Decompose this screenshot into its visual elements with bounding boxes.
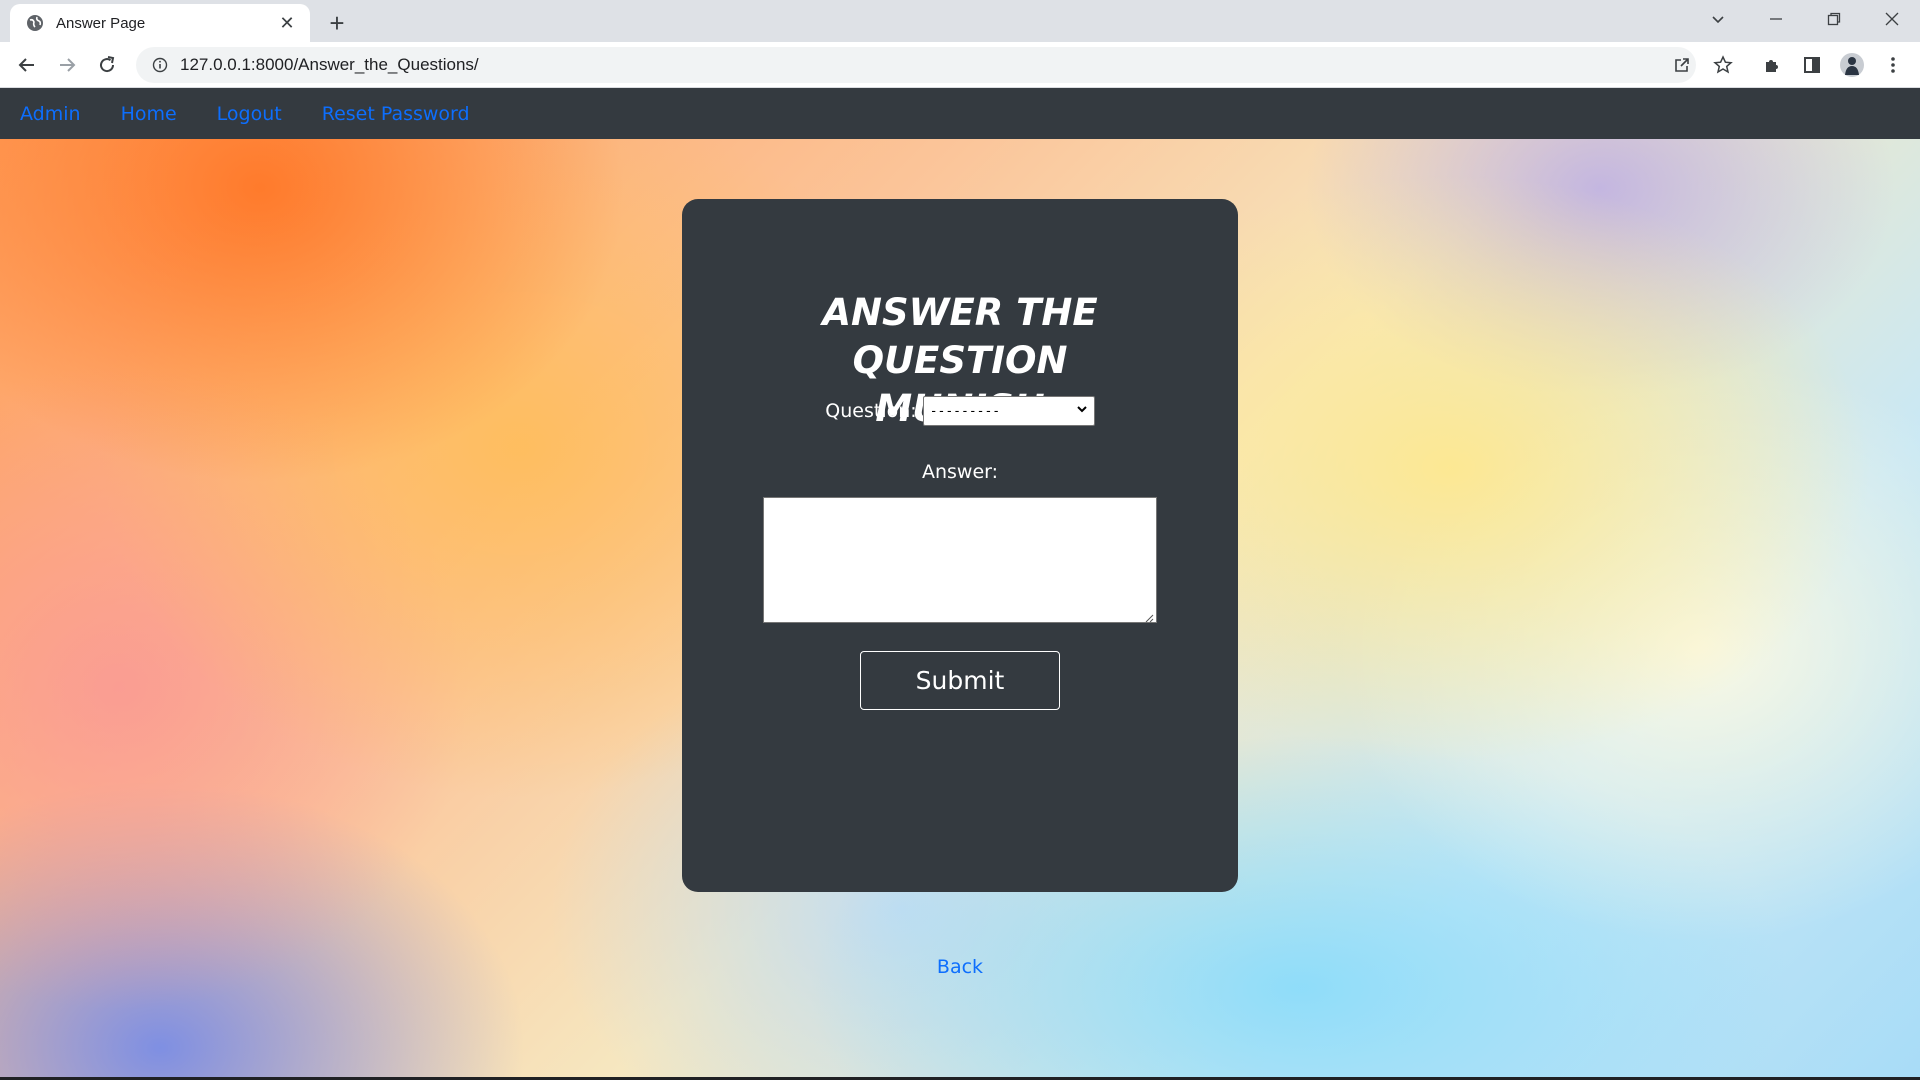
restore-icon[interactable]: [1806, 0, 1862, 38]
browser-tab[interactable]: Answer Page ✕: [10, 4, 310, 42]
minimize-icon[interactable]: [1748, 0, 1804, 38]
new-tab-icon[interactable]: +: [322, 8, 352, 38]
back-link[interactable]: Back: [900, 956, 1020, 978]
nav-link-admin[interactable]: Admin: [20, 103, 81, 125]
close-tab-icon[interactable]: ✕: [276, 12, 298, 34]
nav-link-logout[interactable]: Logout: [217, 103, 282, 125]
url-text: 127.0.0.1:8000/Answer_the_Questions/: [180, 55, 479, 74]
bookmark-star-icon[interactable]: [1707, 49, 1739, 81]
submit-button[interactable]: Submit: [860, 651, 1060, 710]
answer-textarea[interactable]: [763, 497, 1157, 623]
forward-arrow-icon[interactable]: [51, 49, 83, 81]
address-bar[interactable]: 127.0.0.1:8000/Answer_the_Questions/: [136, 47, 1696, 83]
resize-handle-icon[interactable]: [1144, 610, 1154, 623]
side-panel-icon[interactable]: [1796, 49, 1828, 81]
nav-link-home[interactable]: Home: [121, 103, 177, 125]
nav-link-reset-password[interactable]: Reset Password: [322, 103, 470, 125]
site-info-icon[interactable]: [142, 47, 178, 83]
page-content: Admin Home Logout Reset Password ANSWER …: [0, 88, 1920, 1080]
reload-icon[interactable]: [91, 49, 123, 81]
tab-strip: Answer Page ✕ +: [0, 0, 1920, 42]
close-window-icon[interactable]: [1864, 0, 1920, 38]
profile-avatar-icon[interactable]: [1836, 49, 1868, 81]
tab-search-icon[interactable]: [1690, 0, 1746, 38]
question-selected-value: ---------: [929, 403, 1001, 419]
question-row: Question: ---------: [682, 395, 1238, 427]
question-label: Question:: [825, 400, 917, 422]
extensions-puzzle-icon[interactable]: [1756, 49, 1788, 81]
browser-toolbar: 127.0.0.1:8000/Answer_the_Questions/: [0, 42, 1920, 88]
tab-title: Answer Page: [56, 14, 146, 32]
globe-icon: [26, 14, 44, 32]
menu-dots-icon[interactable]: [1877, 49, 1909, 81]
answer-label: Answer:: [921, 461, 999, 483]
chevron-down-icon: [1076, 403, 1088, 419]
top-navbar: Admin Home Logout Reset Password: [0, 88, 1920, 139]
answer-form-card: ANSWER THE QUESTION MUNISH Question: ---…: [682, 199, 1238, 892]
share-icon[interactable]: [1666, 49, 1698, 81]
question-select[interactable]: ---------: [922, 396, 1095, 426]
back-arrow-icon[interactable]: [11, 49, 43, 81]
